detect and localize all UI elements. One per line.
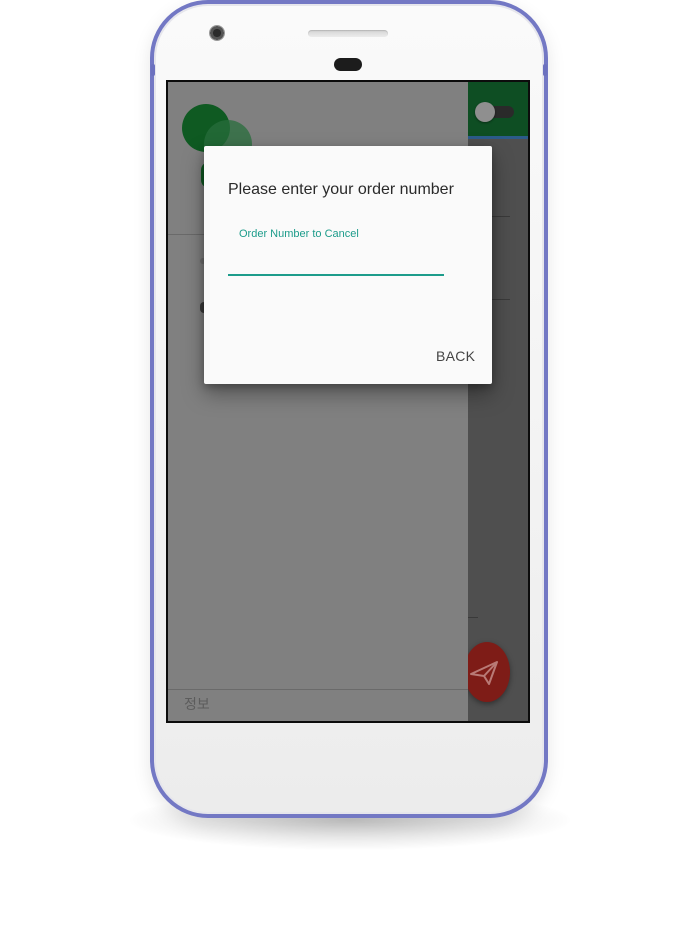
drawer-info-item[interactable]: 정보 [184,694,210,714]
order-number-dialog: Please enter your order number Order Num… [204,146,492,384]
drawer-divider [168,689,468,690]
order-number-input[interactable] [228,252,444,276]
volume-button [151,64,155,76]
dialog-title: Please enter your order number [228,181,454,198]
earpiece-speaker [308,30,388,37]
front-camera [209,25,225,41]
back-button[interactable]: BACK [428,342,483,370]
order-number-label: Order Number to Cancel [239,228,359,240]
send-fab[interactable] [464,642,510,702]
send-icon [470,661,498,685]
list-divider [468,617,478,618]
toggle-knob [475,102,495,122]
power-button [543,64,547,76]
proximity-sensor [334,58,362,71]
